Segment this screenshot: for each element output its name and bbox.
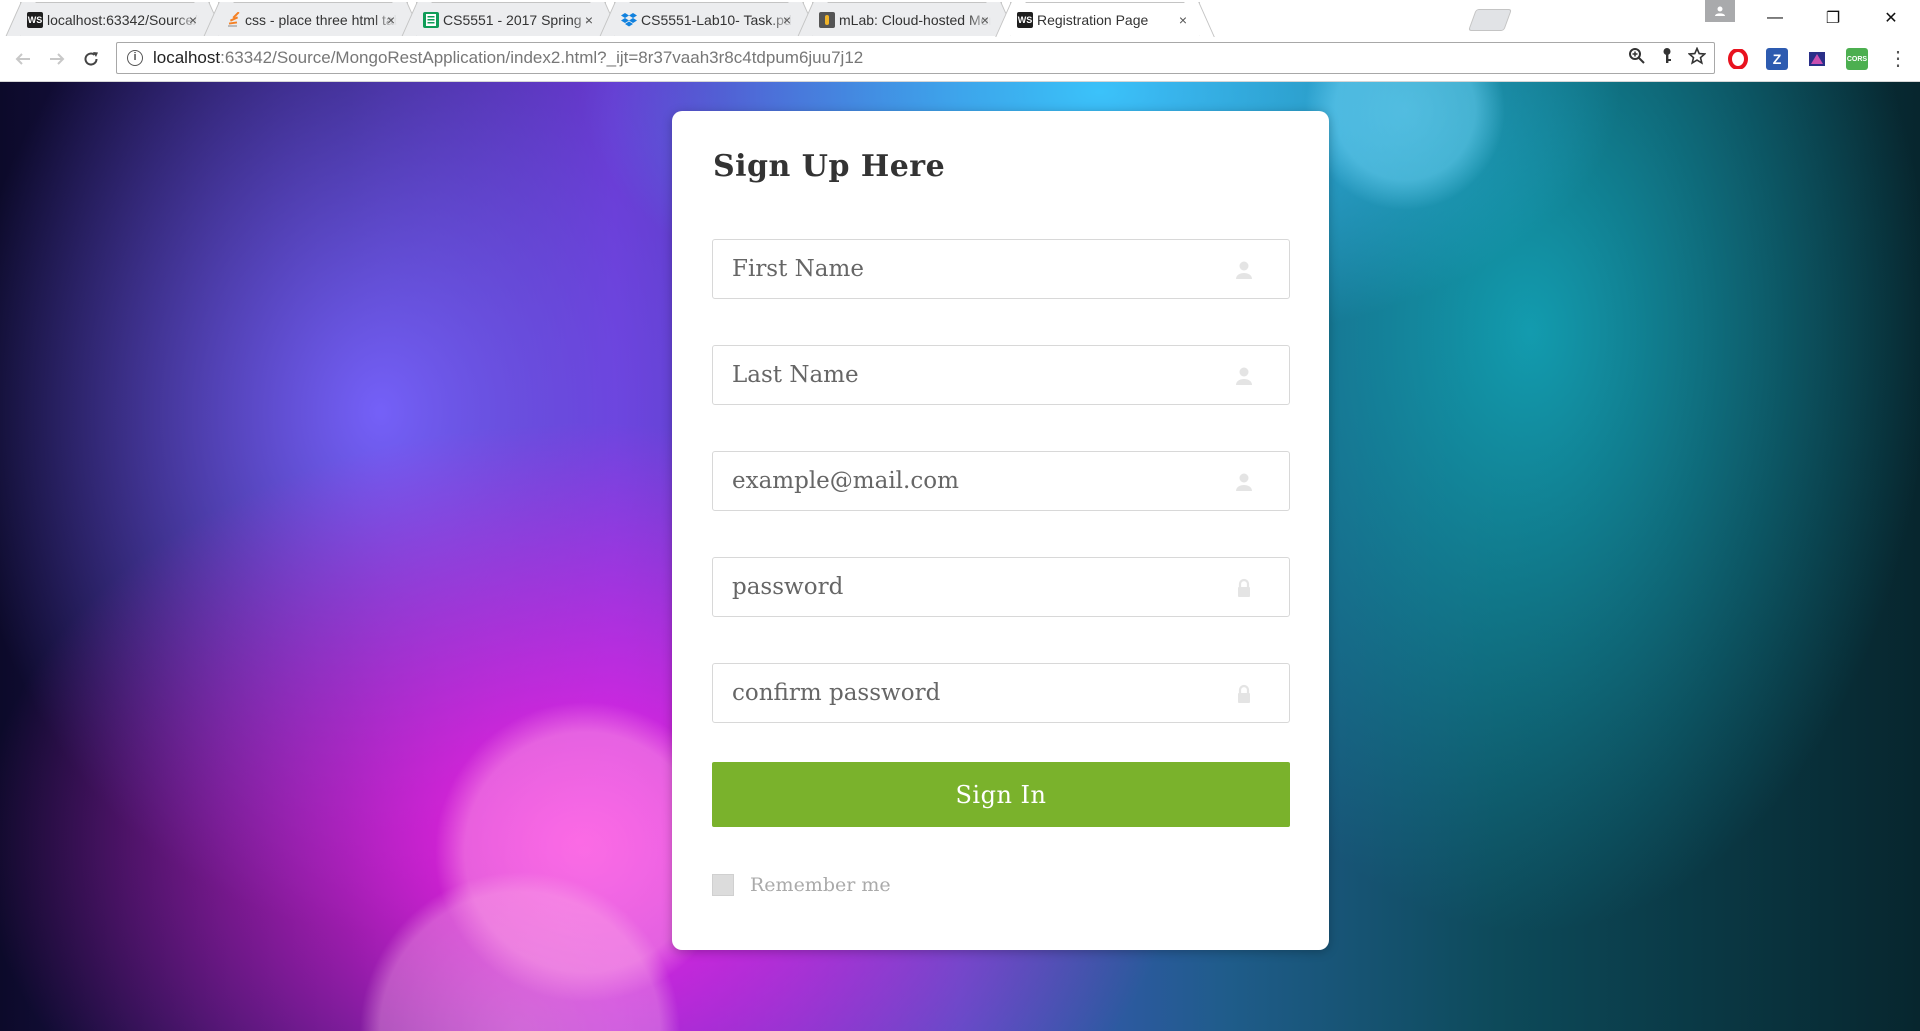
confirm-password-field [712, 663, 1290, 723]
browser-toolbar: i localhost:63342/Source/MongoRestApplic… [0, 36, 1920, 82]
tab-title: css - place three html tab [245, 11, 397, 28]
user-icon [1236, 473, 1252, 491]
tab-title: CS5551 - 2017 Spring - Gr [443, 11, 595, 28]
reload-button[interactable] [78, 46, 104, 72]
first-name-field [712, 239, 1290, 299]
tab-strip: WS localhost:63342/Source/M × css - plac… [0, 0, 1920, 36]
tab-dropbox[interactable]: CS5551-Lab10- Task.pdf × [614, 2, 804, 36]
opera-icon[interactable] [1727, 48, 1749, 70]
remember-me[interactable]: Remember me [712, 874, 891, 896]
tab-stackoverflow[interactable]: css - place three html tab × [218, 2, 408, 36]
close-icon[interactable]: × [383, 12, 399, 28]
tab-title: mLab: Cloud-hosted Mon [839, 11, 991, 28]
close-icon[interactable]: × [977, 12, 993, 28]
browser-menu-icon[interactable]: ⋮ [1888, 46, 1908, 71]
zoom-icon[interactable] [1628, 47, 1646, 65]
tab-mlab[interactable]: mLab: Cloud-hosted Mon × [812, 2, 1002, 36]
profile-button[interactable] [1705, 0, 1735, 22]
tab-title: localhost:63342/Source/M [47, 11, 199, 28]
lock-icon [1238, 578, 1250, 597]
google-sheets-icon [423, 12, 439, 28]
page-title: Sign Up Here [713, 149, 946, 184]
last-name-input[interactable] [713, 346, 1289, 404]
webstorm-icon: WS [27, 12, 43, 28]
star-icon[interactable] [1688, 47, 1706, 65]
close-icon[interactable]: × [185, 12, 201, 28]
user-icon [1236, 367, 1252, 385]
key-icon[interactable] [1660, 47, 1674, 65]
email-field [712, 451, 1290, 511]
signup-card: Sign Up Here Sign In Remember me [672, 111, 1329, 950]
close-icon[interactable]: × [1175, 12, 1191, 28]
password-input[interactable] [713, 558, 1289, 616]
close-icon[interactable]: × [581, 12, 597, 28]
confirm-password-input[interactable] [713, 664, 1289, 722]
new-tab-button[interactable] [1467, 9, 1513, 31]
first-name-input[interactable] [713, 240, 1289, 298]
zotero-icon[interactable]: Z [1766, 48, 1788, 70]
remember-me-label: Remember me [750, 874, 891, 896]
password-field [712, 557, 1290, 617]
tab-title: Registration Page [1037, 11, 1189, 28]
info-icon[interactable]: i [127, 50, 143, 66]
reload-icon [84, 52, 98, 66]
restore-button[interactable]: ❐ [1804, 0, 1862, 36]
person-icon [1715, 6, 1725, 16]
close-icon[interactable]: × [779, 12, 795, 28]
back-button[interactable] [10, 46, 36, 72]
sign-in-button[interactable]: Sign In [712, 762, 1290, 827]
extension-icon[interactable] [1806, 48, 1828, 70]
last-name-field [712, 345, 1290, 405]
dropbox-icon [621, 12, 637, 28]
tab-google-sheets[interactable]: CS5551 - 2017 Spring - Gr × [416, 2, 606, 36]
forward-button[interactable] [44, 46, 70, 72]
remember-me-checkbox[interactable] [712, 874, 734, 896]
email-input[interactable] [713, 452, 1289, 510]
mlab-icon [819, 12, 835, 28]
page-background: Sign Up Here Sign In Remember me [0, 82, 1920, 1031]
webstorm-icon: WS [1017, 12, 1033, 28]
tab-localhost[interactable]: WS localhost:63342/Source/M × [20, 2, 210, 36]
cors-icon[interactable]: CORS [1846, 48, 1868, 70]
tab-registration-page[interactable]: WS Registration Page × [1010, 2, 1200, 36]
arrow-left-icon [15, 53, 30, 65]
address-bar[interactable]: i localhost:63342/Source/MongoRestApplic… [116, 42, 1715, 74]
stackoverflow-icon [225, 12, 241, 28]
arrow-right-icon [50, 53, 65, 65]
close-window-button[interactable]: ✕ [1862, 0, 1920, 36]
url-text: localhost:63342/Source/MongoRestApplicat… [153, 48, 864, 67]
tab-title: CS5551-Lab10- Task.pdf [641, 11, 793, 28]
user-icon [1236, 261, 1252, 279]
minimize-button[interactable]: — [1746, 0, 1804, 36]
lock-icon [1238, 684, 1250, 703]
